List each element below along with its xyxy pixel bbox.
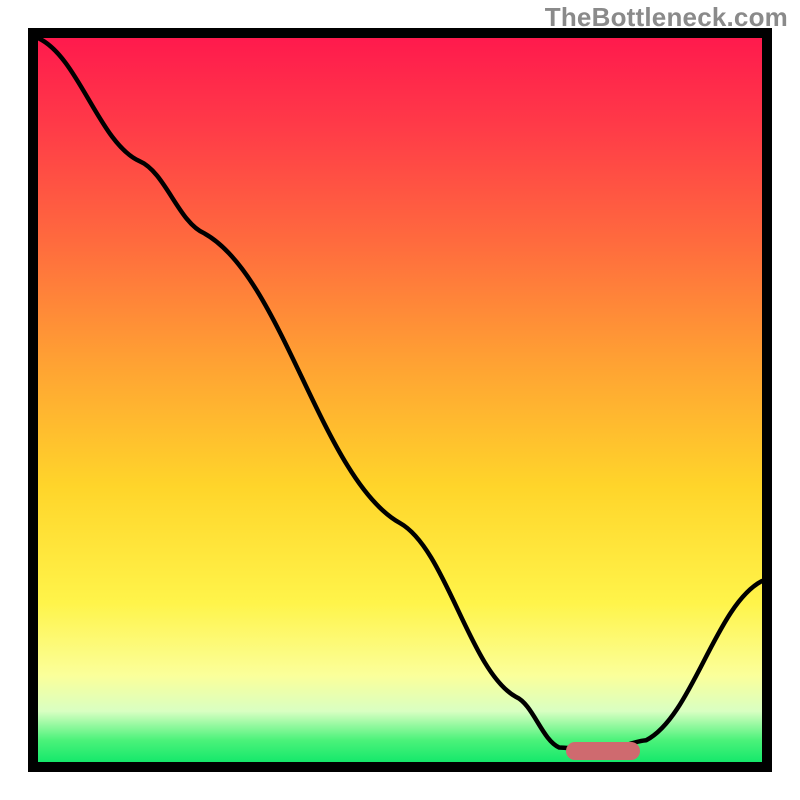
plot-frame [28,28,772,772]
watermark-text: TheBottleneck.com [545,2,788,33]
chart-container: TheBottleneck.com [0,0,800,800]
optimal-range-marker [566,742,640,760]
bottleneck-curve [38,38,762,762]
